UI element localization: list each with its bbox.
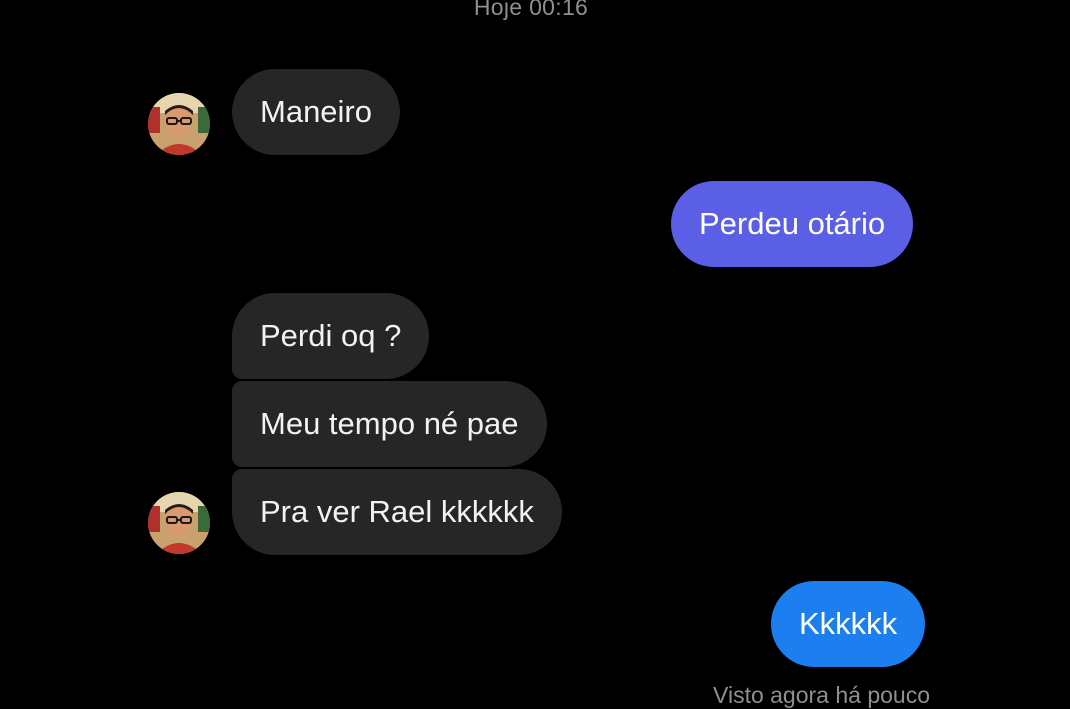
contact-avatar[interactable] xyxy=(148,492,210,554)
avatar-person-icon xyxy=(148,492,210,554)
seen-status: Visto agora há pouco xyxy=(713,682,930,708)
date-timestamp: Hoje 00:16 xyxy=(473,0,589,20)
avatar-person-icon xyxy=(148,93,210,155)
message-bubble-incoming[interactable]: Maneiro xyxy=(232,69,400,155)
message-bubble-outgoing[interactable]: Kkkkkk xyxy=(771,581,926,667)
message-bubble-incoming[interactable]: Pra ver Rael kkkkkk xyxy=(232,469,562,555)
message-bubble-incoming[interactable]: Meu tempo né pae xyxy=(232,381,547,467)
contact-avatar[interactable] xyxy=(148,93,210,155)
message-bubble-incoming[interactable]: Perdi oq ? xyxy=(232,293,430,379)
message-bubble-outgoing[interactable]: Perdeu otário xyxy=(671,181,914,267)
